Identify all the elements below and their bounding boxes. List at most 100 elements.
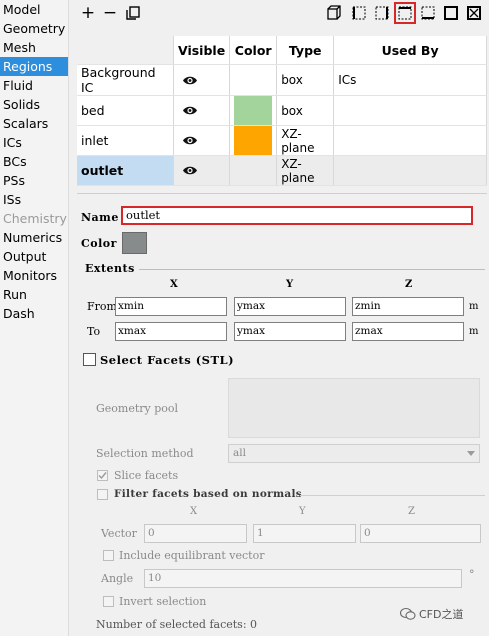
- sidebar-nav: Model Geometry Mesh Regions Fluid Solids…: [0, 0, 69, 636]
- type-column-header[interactable]: Type: [276, 36, 335, 65]
- visible-toggle[interactable]: [173, 64, 231, 96]
- angle-label: Angle: [101, 572, 134, 585]
- extents-group-line: [139, 269, 485, 270]
- region-type: box: [276, 95, 335, 126]
- visible-toggle[interactable]: [173, 95, 231, 126]
- watermark: CFD之道: [400, 606, 463, 622]
- nav-item-geometry[interactable]: Geometry: [0, 19, 68, 38]
- color-swatch: [234, 126, 273, 155]
- slice-facets-checkbox: [97, 470, 108, 481]
- chevron-down-icon: [467, 451, 475, 456]
- geometry-pool-label: Geometry pool: [96, 402, 179, 415]
- nav-item-mesh[interactable]: Mesh: [0, 38, 68, 57]
- selection-method-label: Selection method: [96, 447, 194, 460]
- extents-y-header: Y: [286, 279, 294, 290]
- regions-toolbar: + −: [69, 0, 489, 28]
- to-y-input[interactable]: ymax: [234, 322, 346, 341]
- color-swatch-cell[interactable]: [229, 95, 278, 126]
- region-name[interactable]: Background IC: [77, 64, 174, 96]
- table-row-selected[interactable]: outlet XZ-plane: [77, 155, 487, 186]
- selected-facets-count: Number of selected facets: 0: [96, 618, 258, 631]
- from-z-input[interactable]: zmin: [352, 297, 464, 316]
- to-x-input[interactable]: xmax: [115, 322, 227, 341]
- color-label: Color: [81, 237, 117, 250]
- remove-region-button[interactable]: −: [100, 3, 120, 23]
- wechat-icon: [400, 607, 416, 620]
- eye-icon: [183, 106, 197, 115]
- vector-z-header: Z: [408, 506, 415, 517]
- color-column-header[interactable]: Color: [229, 36, 278, 65]
- region-used-by: [333, 155, 487, 186]
- duplicate-icon[interactable]: [123, 3, 143, 23]
- nav-item-monitors[interactable]: Monitors: [0, 266, 68, 285]
- eye-icon: [183, 76, 197, 84]
- region-name[interactable]: inlet: [77, 125, 174, 156]
- xz-plane-icon[interactable]: [394, 2, 416, 24]
- selection-method-value: all: [233, 447, 246, 459]
- to-label: To: [87, 325, 101, 338]
- from-x-input[interactable]: xmin: [115, 297, 227, 316]
- extents-x-header: X: [170, 279, 178, 290]
- to-unit: m: [469, 326, 479, 337]
- vector-y-header: Y: [299, 506, 306, 517]
- used-by-column-header[interactable]: Used By: [333, 36, 487, 65]
- check-icon: [98, 472, 107, 480]
- filter-group-line: [300, 495, 485, 496]
- nav-item-scalars[interactable]: Scalars: [0, 114, 68, 133]
- nav-item-bcs[interactable]: BCs: [0, 152, 68, 171]
- include-equilibrant-label: Include equilibrant vector: [119, 549, 265, 562]
- box-shape-icon[interactable]: [324, 3, 344, 23]
- nav-item-pss[interactable]: PSs: [0, 171, 68, 190]
- to-z-input[interactable]: zmax: [352, 322, 464, 341]
- color-swatch-cell[interactable]: [229, 64, 278, 96]
- nav-item-iss[interactable]: ISs: [0, 190, 68, 209]
- angle-input: 10: [144, 569, 462, 588]
- name-label: Name: [81, 211, 119, 224]
- color-picker-button[interactable]: [122, 232, 147, 254]
- selection-method-select: all: [228, 444, 480, 463]
- region-used-by: ICs: [333, 64, 487, 96]
- nav-item-fluid[interactable]: Fluid: [0, 76, 68, 95]
- eye-icon: [183, 136, 197, 145]
- visible-column-header[interactable]: Visible: [173, 36, 231, 65]
- from-unit: m: [469, 301, 479, 312]
- select-facets-label: Select Facets (STL): [100, 353, 235, 367]
- geometry-pool-list: [228, 378, 480, 438]
- color-swatch-cell[interactable]: [229, 125, 278, 156]
- nav-item-ics[interactable]: ICs: [0, 133, 68, 152]
- nav-item-numerics[interactable]: Numerics: [0, 228, 68, 247]
- yz-plane-icon[interactable]: [349, 3, 369, 23]
- nav-item-model[interactable]: Model: [0, 0, 68, 19]
- nav-item-chemistry: Chemistry: [3, 211, 67, 226]
- color-swatch: [234, 96, 273, 125]
- visible-toggle[interactable]: [173, 155, 231, 186]
- point-icon[interactable]: [441, 3, 461, 23]
- nav-item-dash[interactable]: Dash: [0, 304, 68, 323]
- invert-selection-label: Invert selection: [119, 595, 207, 608]
- xz-plane-icon-left[interactable]: [372, 3, 392, 23]
- include-equilibrant-checkbox: [103, 550, 114, 561]
- nav-item-solids[interactable]: Solids: [0, 95, 68, 114]
- stl-icon[interactable]: [464, 3, 484, 23]
- color-swatch-cell[interactable]: [229, 155, 278, 186]
- invert-selection-checkbox: [103, 596, 114, 607]
- xy-plane-icon[interactable]: [418, 3, 438, 23]
- from-y-input[interactable]: ymax: [234, 297, 346, 316]
- region-name[interactable]: bed: [77, 95, 174, 126]
- nav-item-regions[interactable]: Regions: [0, 57, 68, 76]
- vector-x-input: 0: [144, 524, 247, 543]
- visible-toggle[interactable]: [173, 125, 231, 156]
- nav-item-output[interactable]: Output: [0, 247, 68, 266]
- extents-z-header: Z: [405, 279, 413, 290]
- add-region-button[interactable]: +: [78, 3, 98, 23]
- region-name[interactable]: outlet: [77, 155, 174, 186]
- regions-panel: + − Visible Color Type Used By Backgroun…: [69, 0, 489, 636]
- table-row[interactable]: Background IC box ICs: [77, 64, 487, 96]
- select-facets-checkbox[interactable]: [83, 353, 96, 366]
- vector-x-header: X: [190, 506, 198, 517]
- table-row[interactable]: bed box: [77, 95, 487, 126]
- from-label: From: [87, 300, 117, 313]
- nav-item-run[interactable]: Run: [0, 285, 68, 304]
- region-name-input[interactable]: outlet: [121, 206, 473, 225]
- table-row[interactable]: inlet XZ-plane: [77, 125, 487, 156]
